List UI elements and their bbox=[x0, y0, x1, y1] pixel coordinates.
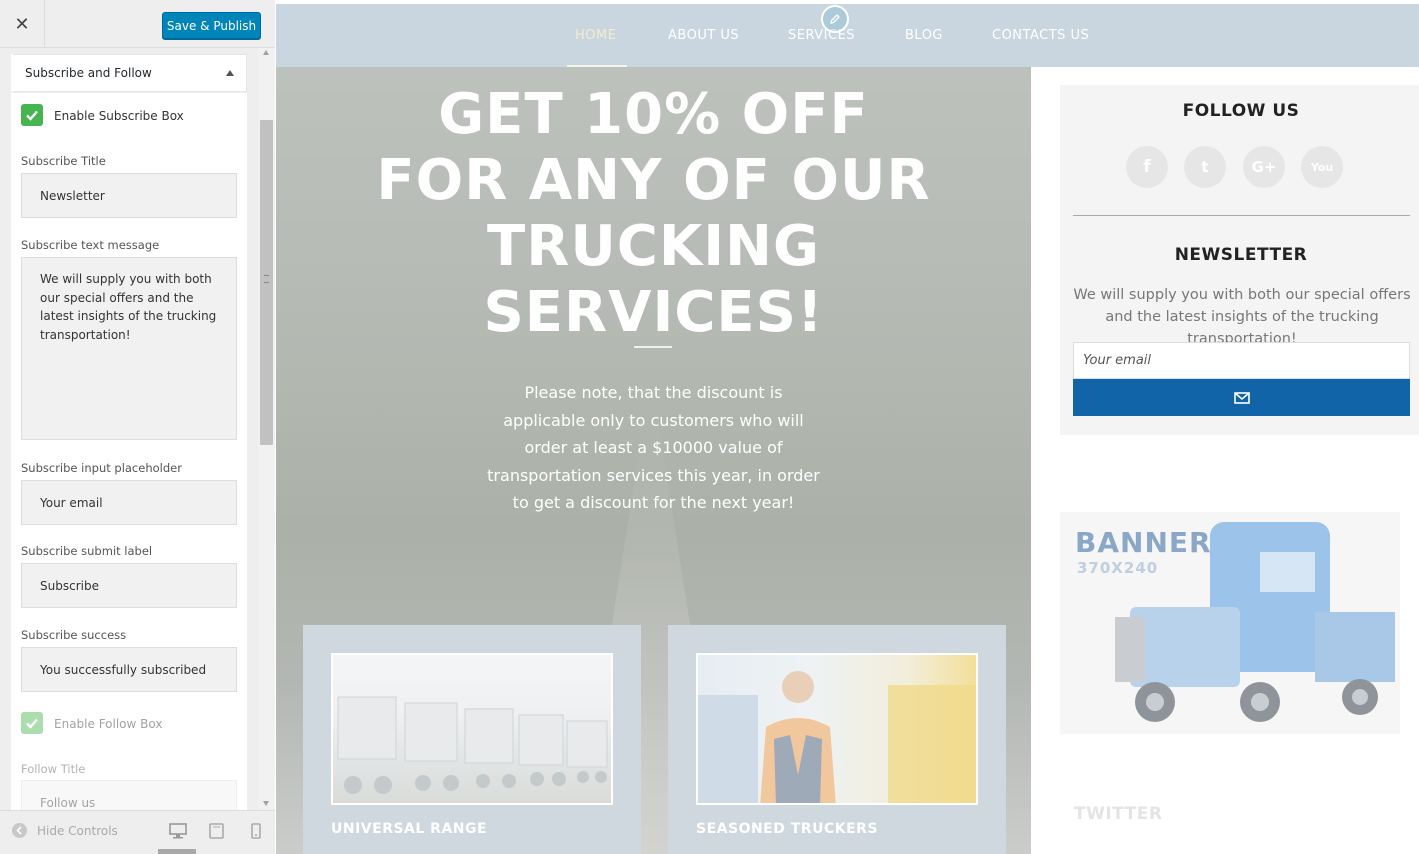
newsletter-title: NEWSLETTER bbox=[1174, 245, 1308, 265]
placeholder-input[interactable]: Your email bbox=[21, 480, 237, 525]
banner-size: 370X240 bbox=[1077, 559, 1159, 577]
close-icon[interactable]: ✕ bbox=[0, 0, 45, 48]
edit-pencil-icon[interactable] bbox=[821, 5, 849, 33]
facebook-icon[interactable]: f bbox=[1126, 146, 1168, 188]
customizer-sidebar: ✕ Save & Publish Subscribe and Follow En… bbox=[0, 0, 275, 854]
subscribe-button[interactable] bbox=[1073, 379, 1410, 416]
twitter-icon[interactable]: t bbox=[1184, 146, 1226, 188]
subscribe-text-label: Subscribe text message bbox=[21, 238, 160, 252]
banner-title: BANNER bbox=[1075, 526, 1212, 559]
active-device-indicator bbox=[158, 849, 196, 854]
section-body: Enable Subscribe Box Subscribe Title New… bbox=[11, 93, 247, 810]
site-preview: GET 10% OFF FOR ANY OF OUR TRUCKING SERV… bbox=[276, 4, 1419, 854]
nav-services[interactable]: SERVICES bbox=[788, 28, 855, 43]
success-label: Subscribe success bbox=[21, 628, 127, 642]
newsletter-email-input[interactable]: Your email bbox=[1073, 342, 1410, 379]
grip-icon bbox=[264, 275, 269, 283]
hide-controls-button[interactable]: Hide Controls bbox=[12, 823, 118, 838]
banner-ad[interactable]: BANNER 370X240 bbox=[1060, 512, 1400, 734]
nav-contacts-us[interactable]: CONTACTS US bbox=[992, 28, 1089, 43]
service-card[interactable]: SEASONED TRUCKERS bbox=[668, 625, 1006, 854]
widget-divider bbox=[1073, 215, 1410, 216]
hero-section: GET 10% OFF FOR ANY OF OUR TRUCKING SERV… bbox=[276, 4, 1031, 854]
card-title: UNIVERSAL RANGE bbox=[331, 821, 488, 837]
section-header-subscribe-follow[interactable]: Subscribe and Follow bbox=[11, 54, 247, 92]
placeholder-label: Subscribe input placeholder bbox=[21, 461, 182, 475]
google-plus-icon[interactable]: G+ bbox=[1243, 146, 1285, 188]
service-card[interactable]: UNIVERSAL RANGE bbox=[303, 625, 641, 854]
enable-subscribe-checkbox[interactable] bbox=[21, 104, 43, 126]
nav-home[interactable]: HOME bbox=[575, 28, 616, 43]
scrollbar-thumb[interactable] bbox=[260, 120, 273, 445]
follow-us-title: FOLLOW US bbox=[1182, 101, 1300, 121]
card-image-trucks bbox=[331, 653, 613, 805]
top-navigation: HOME ABOUT US SERVICES BLOG CONTACTS US bbox=[276, 4, 1419, 67]
scrollbar[interactable] bbox=[258, 48, 275, 810]
newsletter-text: We will supply you with both our special… bbox=[1073, 287, 1411, 347]
collapse-icon bbox=[12, 823, 27, 838]
customizer-header: ✕ Save & Publish bbox=[0, 0, 275, 48]
subscribe-title-label: Subscribe Title bbox=[21, 154, 106, 168]
scroll-down-arrow-icon[interactable] bbox=[263, 801, 269, 806]
enable-follow-checkbox[interactable] bbox=[21, 712, 43, 734]
card-image-trucker bbox=[696, 653, 978, 805]
submit-label-label: Subscribe submit label bbox=[21, 544, 153, 558]
hero-text: Please note, that the discount is applic… bbox=[487, 383, 820, 512]
submit-label-input[interactable]: Subscribe bbox=[21, 563, 237, 608]
desktop-preview-icon[interactable] bbox=[169, 823, 187, 839]
customizer-window: ✕ Save & Publish Subscribe and Follow En… bbox=[0, 0, 1419, 854]
customizer-footer: Hide Controls bbox=[0, 810, 275, 854]
check-icon bbox=[26, 718, 38, 729]
section-title: Subscribe and Follow bbox=[25, 66, 152, 80]
save-publish-button[interactable]: Save & Publish bbox=[162, 12, 261, 39]
subscribe-title-input[interactable]: Newsletter bbox=[21, 173, 237, 218]
scroll-up-arrow-icon[interactable] bbox=[263, 50, 269, 55]
tablet-preview-icon[interactable] bbox=[208, 823, 226, 839]
hero-title: GET 10% OFF FOR ANY OF OUR TRUCKING SERV… bbox=[376, 82, 931, 345]
subscribe-follow-widget: FOLLOW US f t G+ You NEWSLETTER We will … bbox=[1060, 85, 1419, 435]
mobile-preview-icon[interactable] bbox=[247, 823, 265, 839]
hero-divider bbox=[634, 346, 672, 348]
youtube-icon[interactable]: You bbox=[1301, 146, 1343, 188]
nav-active-indicator bbox=[567, 65, 627, 67]
collapse-arrow-icon[interactable] bbox=[226, 70, 234, 76]
nav-blog[interactable]: BLOG bbox=[905, 28, 943, 43]
nav-about-us[interactable]: ABOUT US bbox=[668, 28, 739, 43]
envelope-icon bbox=[1233, 391, 1250, 404]
card-title: SEASONED TRUCKERS bbox=[696, 821, 878, 837]
subscribe-text-textarea[interactable]: We will supply you with both our special… bbox=[21, 257, 237, 440]
success-input[interactable]: You successfully subscribed bbox=[21, 647, 237, 692]
customizer-controls: Subscribe and Follow Enable Subscribe Bo… bbox=[0, 48, 275, 810]
check-icon bbox=[26, 110, 38, 121]
follow-title-input[interactable]: Follow us bbox=[21, 780, 237, 810]
enable-follow-label: Enable Follow Box bbox=[54, 717, 163, 731]
enable-subscribe-label: Enable Subscribe Box bbox=[54, 109, 184, 123]
twitter-widget-title: TWITTER bbox=[1074, 804, 1163, 824]
hide-controls-label: Hide Controls bbox=[37, 823, 118, 838]
follow-title-label: Follow Title bbox=[21, 762, 86, 776]
